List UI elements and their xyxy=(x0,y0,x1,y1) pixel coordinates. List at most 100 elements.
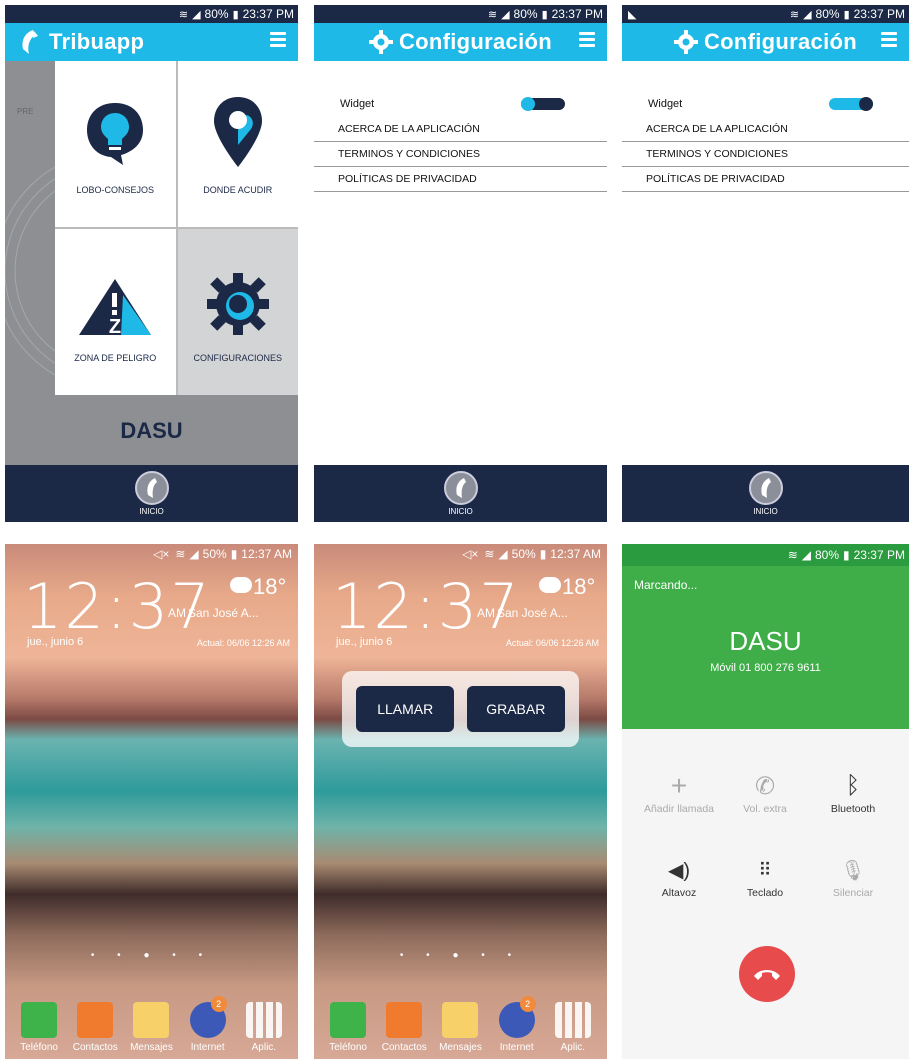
lightbulb-chat-icon xyxy=(87,103,144,165)
status-bar: ◣ ≋ ◢ 80% ▮ 23:37 PM xyxy=(622,5,909,23)
weather-cloud-icon xyxy=(539,577,561,593)
widget-toggle-off[interactable] xyxy=(521,97,565,111)
page-title: Configuración xyxy=(703,29,857,54)
date-label: jue., junio 6 xyxy=(27,636,84,648)
tile-zona-de-peligro[interactable]: Z ZONA DE PELIGRO xyxy=(55,229,176,395)
end-call-button[interactable] xyxy=(739,946,795,1002)
settings-item-acerca[interactable]: ACERCA DE LA APLICACIÓN xyxy=(622,117,909,142)
dock-app-aplic[interactable]: Aplic. xyxy=(237,1002,291,1053)
tile-label: CONFIGURACIONES xyxy=(193,353,282,363)
speaker-button[interactable]: ◀) Altavoz xyxy=(634,853,724,900)
settings-item-terminos[interactable]: TERMINOS Y CONDICIONES xyxy=(314,142,607,167)
wifi-icon: ≋ xyxy=(175,547,186,561)
dock-app-mensajes[interactable]: Mensajes xyxy=(124,1002,178,1053)
battery-text: 80% xyxy=(814,548,840,562)
signal-icon: ◢ xyxy=(189,547,199,561)
dock-app-mensajes[interactable]: Mensajes xyxy=(433,1002,487,1053)
home-button[interactable] xyxy=(748,471,783,505)
updated-label: Actual: 06/06 12:26 AM xyxy=(196,638,290,648)
battery-icon: ▮ xyxy=(843,548,850,562)
wolf-icon xyxy=(455,478,466,498)
dock-app-telefono[interactable]: Teléfono xyxy=(321,1002,375,1053)
settings-list: Widget ACERCA DE LA APLICACIÓN TERMINOS … xyxy=(314,61,607,192)
plus-icon: + xyxy=(670,770,688,801)
dock-app-contactos[interactable]: Contactos xyxy=(377,1002,431,1053)
settings-list: Widget ACERCA DE LA APLICACIÓN TERMINOS … xyxy=(622,61,909,192)
phone-icon xyxy=(330,1002,367,1038)
bluetooth-button[interactable]: ᛒ Bluetooth xyxy=(808,769,898,815)
keypad-button[interactable]: ⠿ Teclado xyxy=(720,853,810,900)
dock-app-aplic[interactable]: Aplic. xyxy=(546,1002,600,1053)
updated-label: Actual: 06/06 12:26 AM xyxy=(505,638,599,648)
svg-text:Z: Z xyxy=(109,316,121,337)
tile-lobo-consejos[interactable]: LOBO-CONSEJOS xyxy=(55,61,176,227)
gear-icon xyxy=(673,30,698,54)
call-button[interactable]: LLAMAR xyxy=(356,686,455,732)
location-label: San José A... xyxy=(497,606,568,620)
menu-icon[interactable] xyxy=(270,32,286,48)
menu-grid: LOBO-CONSEJOS DONDE ACUDIR Z ZONA DE PEL… xyxy=(55,61,298,395)
dock-app-internet[interactable]: 2 Internet xyxy=(181,996,235,1053)
bluetooth-icon: ᛒ xyxy=(845,772,861,799)
screen-calling: ≋ ◢ 80% ▮ 23:37 PM Marcando... DASU Móvi… xyxy=(622,544,909,1059)
dock-app-contactos[interactable]: Contactos xyxy=(68,1002,122,1053)
extra-volume-button[interactable]: ✆ Vol. extra xyxy=(720,769,810,816)
location-pin-icon xyxy=(213,97,262,167)
tribuapp-widget: LLAMAR GRABAR xyxy=(342,671,579,747)
menu-icon[interactable] xyxy=(881,32,897,48)
battery-icon: ▮ xyxy=(230,547,238,561)
settings-item-acerca[interactable]: ACERCA DE LA APLICACIÓN xyxy=(314,117,607,142)
app-bar: Configuración xyxy=(622,23,909,61)
apps-grid-icon xyxy=(554,1002,591,1038)
time-text: 23:37 PM xyxy=(551,7,603,21)
add-call-button[interactable]: + Añadir llamada xyxy=(634,769,724,815)
battery-icon: ▮ xyxy=(539,547,547,561)
dock-app-telefono[interactable]: Teléfono xyxy=(12,1002,66,1053)
widget-setting: Widget xyxy=(622,91,909,117)
phone-icon xyxy=(21,1002,58,1038)
wolf-icon xyxy=(760,478,771,498)
page-title: Configuración xyxy=(398,29,552,54)
widget-setting: Widget xyxy=(314,91,607,117)
wolf-logo-icon xyxy=(22,30,38,54)
tile-label: DONDE ACUDIR xyxy=(203,185,273,195)
tile-label: ZONA DE PELIGRO xyxy=(74,353,157,363)
battery-text: 80% xyxy=(815,7,840,21)
gear-icon xyxy=(368,30,393,54)
speaker-icon: ◀) xyxy=(667,859,691,882)
app-title: Tribuapp xyxy=(49,29,145,54)
battery-text: 80% xyxy=(204,7,229,21)
weather-cloud-icon xyxy=(230,577,252,593)
tile-donde-acudir[interactable]: DONDE ACUDIR xyxy=(177,61,298,227)
settings-item-terminos[interactable]: TERMINOS Y CONDICIONES xyxy=(622,142,909,167)
app-bar: Configuración xyxy=(314,23,607,61)
page-indicator: • • ● • • xyxy=(399,950,522,961)
tile-configuraciones[interactable]: CONFIGURACIONES xyxy=(177,229,298,395)
battery-text: 50% xyxy=(511,547,536,561)
home-button[interactable] xyxy=(443,471,478,505)
app-bar: Tribuapp xyxy=(5,23,298,61)
home-label: INICIO xyxy=(753,507,778,516)
settings-item-privacidad[interactable]: POLÍTICAS DE PRIVACIDAD xyxy=(314,167,607,192)
record-button[interactable]: GRABAR xyxy=(466,686,565,732)
screen-android-home-widget: ◁× ≋ ◢ 50% ▮ 12:37 AM 12:37 AM San José … xyxy=(314,544,607,1059)
home-label: INICIO xyxy=(448,507,473,516)
home-button[interactable] xyxy=(134,471,169,505)
widget-label: Widget xyxy=(340,98,375,110)
settings-item-privacidad[interactable]: POLÍTICAS DE PRIVACIDAD xyxy=(622,167,909,192)
screen-configuracion-on: ◣ ≋ ◢ 80% ▮ 23:37 PM Configuración Widge… xyxy=(622,5,909,522)
call-controls: + Añadir llamada ✆ Vol. extra ᛒ Bluetoot… xyxy=(622,729,909,1059)
ampm-label: AM xyxy=(168,606,186,620)
dock-app-internet[interactable]: 2 Internet xyxy=(490,996,544,1053)
home-label: INICIO xyxy=(139,507,164,516)
screen-android-home: ◁× ≋ ◢ 50% ▮ 12:37 AM 12:37 AM San José … xyxy=(5,544,298,1059)
widget-toggle-on[interactable] xyxy=(829,97,873,111)
messages-icon xyxy=(442,1002,479,1038)
time-text: 12:37 AM xyxy=(550,547,601,561)
mute-button[interactable]: 🎙 Silenciar xyxy=(808,853,898,900)
menu-icon[interactable] xyxy=(579,32,595,48)
time-text: 23:37 PM xyxy=(242,7,294,21)
contact-name: DASU xyxy=(120,418,183,443)
battery-icon: ▮ xyxy=(843,8,850,21)
status-bar: ≋ ◢ 80% ▮ 23:37 PM xyxy=(622,544,909,566)
